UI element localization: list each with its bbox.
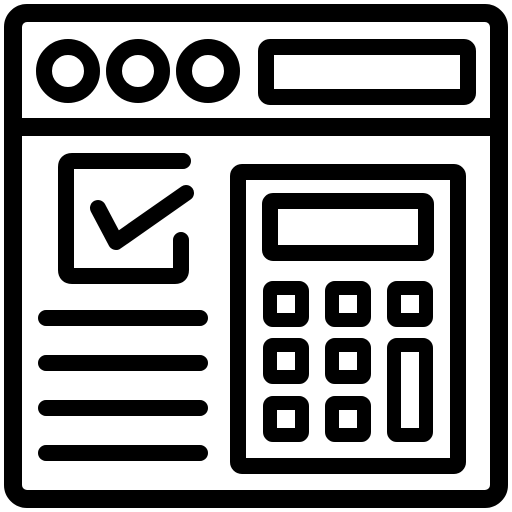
icon-canvas	[0, 0, 512, 512]
calculator-key-7	[263, 396, 309, 442]
calculator-key-3	[387, 281, 433, 327]
calculator-display	[262, 193, 434, 261]
calculator-key-4	[263, 338, 309, 384]
check-mark-icon	[90, 185, 194, 250]
checkbox-frame	[58, 153, 191, 284]
calculator-key-1	[263, 281, 309, 327]
address-bar	[258, 39, 476, 105]
browser-calculator-checklist-icon	[4, 4, 508, 508]
window-dot-2	[106, 39, 170, 103]
calculator-key-tall	[387, 338, 433, 442]
calculator-key-8	[325, 396, 371, 442]
window-dot-3	[176, 39, 240, 103]
calculator-key-5	[325, 338, 371, 384]
window-dot-1	[36, 39, 100, 103]
calculator-key-2	[325, 281, 371, 327]
